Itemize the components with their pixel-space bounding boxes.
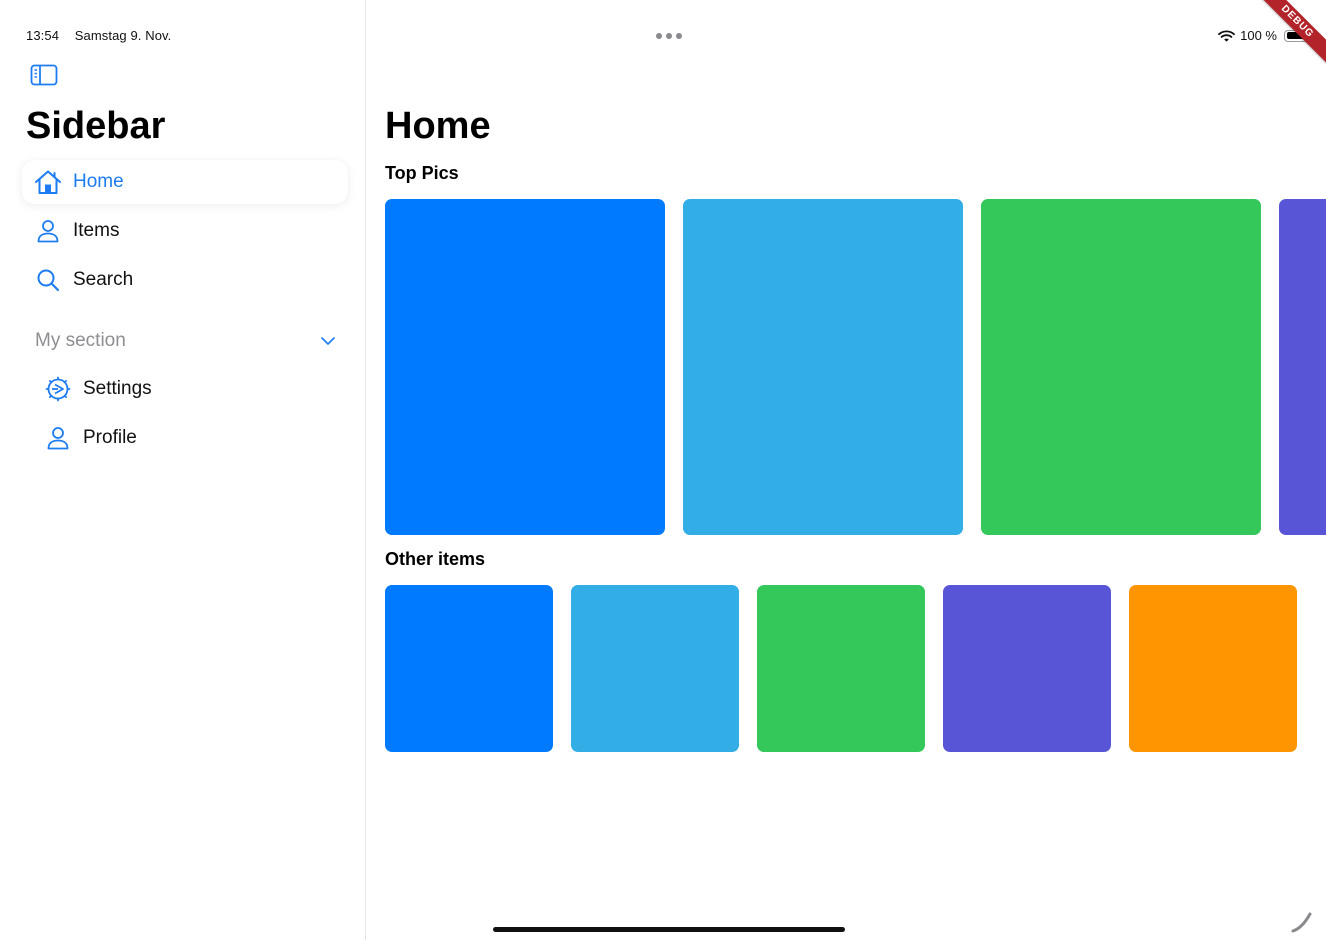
person-icon: [34, 217, 62, 245]
section-title-other-items: Other items: [385, 549, 486, 569]
section-label: My section: [35, 330, 126, 351]
status-time: 13:54: [26, 28, 60, 43]
home-icon: [34, 168, 62, 196]
other-item-tile-3[interactable]: [757, 585, 925, 752]
sidebar-title: Sidebar: [26, 105, 166, 147]
sidebar-item-search[interactable]: Search: [22, 258, 348, 302]
battery-percentage: 100 %: [1240, 28, 1277, 43]
sidebar-item-settings[interactable]: Settings: [32, 367, 348, 411]
other-item-tile-5[interactable]: [1129, 585, 1297, 752]
other-item-tile-4[interactable]: [943, 585, 1111, 752]
section-title-top-pics: Top Pics: [385, 163, 459, 183]
top-pic-tile-1[interactable]: [385, 199, 665, 535]
person-icon: [44, 424, 72, 452]
sidebar: 13:54 Samstag 9. Nov. Sidebar Home Items…: [0, 0, 366, 940]
status-bar-left: 13:54 Samstag 9. Nov.: [26, 28, 171, 43]
search-icon: [34, 266, 62, 294]
sidebar-toggle-icon: [30, 64, 58, 86]
app-window: 13:54 Samstag 9. Nov. Sidebar Home Items…: [0, 0, 1326, 940]
top-pic-tile-3[interactable]: [981, 199, 1261, 535]
section-header-my-section[interactable]: My section: [22, 322, 348, 360]
main-content: 100 % DEBUG Home Top Pics Other items: [367, 0, 1326, 940]
pencil-tip-icon: [1291, 912, 1312, 933]
top-pic-tile-2[interactable]: [683, 199, 963, 535]
status-date: Samstag 9. Nov.: [74, 28, 172, 43]
other-item-tile-2[interactable]: [571, 585, 739, 752]
page-title: Home: [385, 105, 491, 147]
sidebar-item-home[interactable]: Home: [22, 160, 348, 204]
sidebar-toggle-button[interactable]: [28, 62, 60, 88]
sidebar-item-label: Items: [73, 220, 120, 241]
wifi-icon: [1218, 29, 1236, 42]
sidebar-item-profile[interactable]: Profile: [32, 416, 348, 460]
sidebar-item-label: Settings: [83, 378, 152, 399]
sidebar-item-items[interactable]: Items: [22, 209, 348, 253]
sidebar-item-label: Search: [73, 269, 134, 290]
sidebar-item-label: Home: [73, 171, 124, 192]
sidebar-item-label: Profile: [83, 427, 137, 448]
home-indicator[interactable]: [493, 927, 845, 932]
other-item-tile-1[interactable]: [385, 585, 553, 752]
multitasking-dots-icon[interactable]: [656, 33, 682, 39]
gear-icon: [44, 375, 72, 403]
top-pic-tile-4[interactable]: [1279, 199, 1326, 535]
chevron-down-icon: [318, 331, 338, 351]
